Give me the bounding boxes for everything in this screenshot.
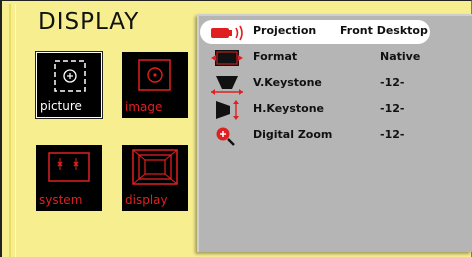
menu-tile-label: display <box>125 193 168 207</box>
menu-tile-label: image <box>125 100 163 114</box>
setting-label: Format <box>253 50 298 63</box>
frame-highlight <box>9 4 11 257</box>
menu-tile-image[interactable]: image <box>122 52 188 118</box>
menu-tile-picture[interactable]: picture <box>36 52 102 118</box>
setting-value: -12- <box>380 102 405 115</box>
menu-title: DISPLAY <box>38 9 140 35</box>
menu-tile-display[interactable]: display <box>122 145 188 211</box>
digital-zoom-icon <box>216 127 235 146</box>
setting-row-v-keystone[interactable]: V.Keystone -12- <box>200 73 470 95</box>
setting-value: Front Desktop <box>340 24 428 37</box>
menu-tile-label: system <box>39 193 83 207</box>
setting-value: -12- <box>380 128 405 141</box>
setting-row-h-keystone[interactable]: H.Keystone -12- <box>200 99 470 121</box>
setting-value: -12- <box>380 76 405 89</box>
setting-label: H.Keystone <box>253 102 325 115</box>
setting-label: Projection <box>253 24 317 37</box>
setting-row-digital-zoom[interactable]: Digital Zoom -12- <box>200 125 470 147</box>
setting-label: Digital Zoom <box>253 128 333 141</box>
menu-tile-system[interactable]: system <box>36 145 102 211</box>
format-icon <box>211 50 243 66</box>
projection-icon <box>211 25 243 41</box>
setting-label: V.Keystone <box>253 76 322 89</box>
setting-value: Native <box>380 50 421 63</box>
setting-row-format[interactable]: Format Native <box>200 47 470 69</box>
v-keystone-icon <box>211 76 243 95</box>
setting-row-projection[interactable]: Projection Front Desktop <box>200 21 470 43</box>
frame-highlight-inner <box>15 4 16 257</box>
h-keystone-icon <box>216 100 239 120</box>
menu-tile-label: picture <box>40 99 82 113</box>
